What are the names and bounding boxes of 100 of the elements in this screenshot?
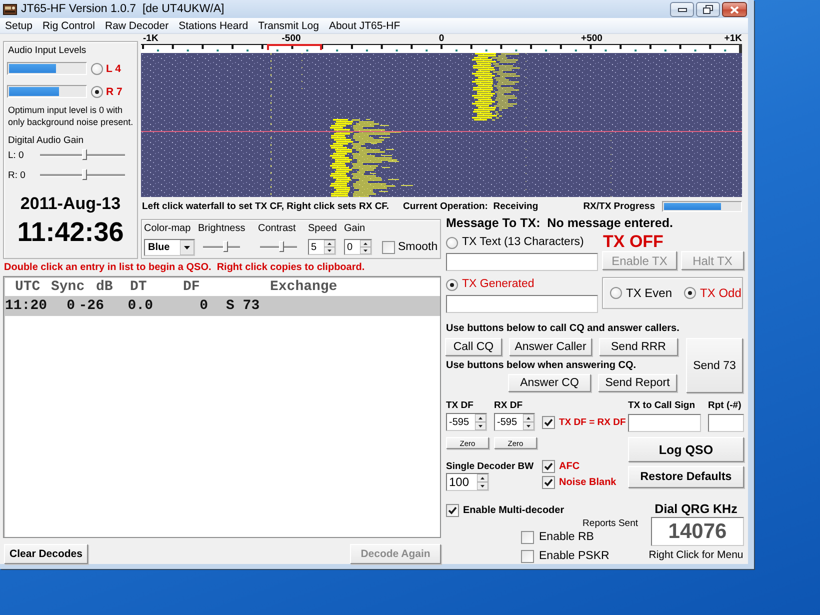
column-header: Exchange [270,278,338,294]
tx-status: TX OFF [602,232,664,251]
checkbox[interactable] [521,550,534,563]
df-field[interactable]: -595 [494,413,535,431]
checkbox-label: AFC [559,460,580,472]
decode-row[interactable]: 11:20 0 -26 0.0 0 S 73 [4,296,440,316]
up-arrow-icon[interactable] [477,474,488,482]
decode-list[interactable]: UTC Sync dB DT DF Exchange 11:20 0 -26 0.0 0 S 73 [3,276,441,538]
scale-label: -1K [143,34,158,44]
text-field[interactable] [446,253,598,271]
dial-frequency-display[interactable]: 14076 [651,517,744,546]
column-header: DT [130,278,148,294]
menu-item[interactable]: Transmit Log [255,18,322,33]
answer-button[interactable]: Answer CQ [508,374,591,392]
bandwidth-label: Single Decoder BW [446,461,535,472]
checkbox-label: Enable Multi-decoder [463,504,564,517]
table-cell-text: 11:20 [5,298,48,314]
down-arrow-icon[interactable] [523,422,534,430]
answer-button[interactable]: Send Report [598,374,677,392]
field-label: TX to Call Sign [628,400,696,411]
table-cell-text: S 73 [225,298,261,314]
radio-label: TX Generated [462,278,534,291]
df-field[interactable]: -595 [446,413,487,431]
radio-label: TX Even [626,286,672,300]
radio-button[interactable] [91,62,103,74]
table-cell-text: 0 [66,298,75,314]
slider-thumb[interactable] [279,241,284,252]
slider-thumb[interactable] [82,169,88,180]
checkbox[interactable] [521,531,534,544]
slider-thumb[interactable] [82,149,88,160]
color-map-dropdown[interactable]: Blue [144,238,195,256]
table-cell-text: 0.0 [126,298,153,314]
df-label: TX DF [446,400,474,411]
menu-item[interactable]: Setup [2,18,36,33]
gain-label: Gain [344,223,366,234]
gain-field[interactable]: 0 [344,239,372,255]
text-field[interactable] [628,414,701,432]
down-arrow-icon[interactable] [477,482,488,490]
down-arrow-icon[interactable] [324,247,335,254]
contrast-slider[interactable] [260,240,297,254]
cq-button[interactable]: Send RRR [599,338,678,356]
menu-item[interactable]: Rig Control [39,18,98,33]
column-header: UTC [15,278,42,294]
log-button[interactable]: Restore Defaults [628,466,744,488]
gain-slider[interactable] [40,168,125,182]
cq-hint: Use buttons below to call CQ and answer callers. [445,322,680,336]
progress-label: RX/TX Progress [583,200,655,212]
decode-button[interactable]: Clear Decodes [4,544,88,564]
waterfall-drawing[interactable] [141,53,742,197]
text-field[interactable] [446,295,598,313]
minimize-icon [678,8,686,12]
speed-field[interactable]: 5 [308,239,336,255]
radio-label: TX Text (13 Characters) [462,236,584,249]
down-arrow-icon[interactable] [360,247,371,254]
decode-hint: Double click an entry in list to begin a QSO. Right click copies to clipboard. [3,260,365,274]
panel-title: Audio Input Levels [7,45,88,57]
app-icon [3,4,17,14]
column-header: DF [183,278,201,294]
radio-button[interactable] [91,86,103,98]
passband-bracket [267,44,322,50]
checkbox[interactable] [446,504,459,517]
close-button[interactable] [722,2,747,17]
up-arrow-icon[interactable] [475,414,486,422]
up-arrow-icon[interactable] [324,240,335,247]
radio-button[interactable] [684,287,696,299]
checkbox[interactable] [542,416,555,429]
bandwidth-field[interactable]: 100 [446,473,489,491]
log-button[interactable]: Log QSO [628,437,744,462]
radio-button[interactable] [446,236,458,248]
up-arrow-icon[interactable] [523,414,534,422]
input-level-hint: Optimum input level is 0 with only background noise present. [7,104,134,128]
radio-button[interactable] [610,287,622,299]
down-arrow-icon[interactable] [475,422,486,430]
minimize-button[interactable] [670,2,694,17]
checkbox[interactable] [382,240,395,254]
gain-slider[interactable] [40,148,125,162]
restore-button[interactable] [696,2,720,17]
dial-title: Dial QRG KHz [654,502,738,517]
menu-item[interactable]: About JT65-HF [326,18,404,33]
cq-button[interactable]: Answer Caller [509,338,592,356]
checkbox-label: TX DF = RX DF [559,416,626,429]
checkbox[interactable] [542,476,555,488]
radio-button[interactable] [446,278,458,290]
checkbox-label: Noise Blank [559,476,616,488]
reports-label: Reports Sent [582,518,638,529]
up-arrow-icon[interactable] [360,240,371,247]
dial-hint: Right Click for Menu [648,548,744,562]
speed-label: Speed [308,223,338,234]
scale-label: +1K [724,34,742,44]
slider-thumb[interactable] [223,241,228,252]
send-73-button[interactable]: Send 73 [686,338,743,393]
color-map-label: Color-map [144,223,192,234]
checkbox[interactable] [542,460,555,472]
text-field[interactable] [708,414,744,432]
cq-button[interactable]: Call CQ [445,338,502,356]
menu-item[interactable]: Raw Decoder [102,18,172,33]
scale-label: +500 [581,34,602,44]
menu-item[interactable]: Stations Heard [176,18,252,33]
message-heading: Message To TX: No message entered. [445,215,674,231]
brightness-slider[interactable] [203,240,240,254]
